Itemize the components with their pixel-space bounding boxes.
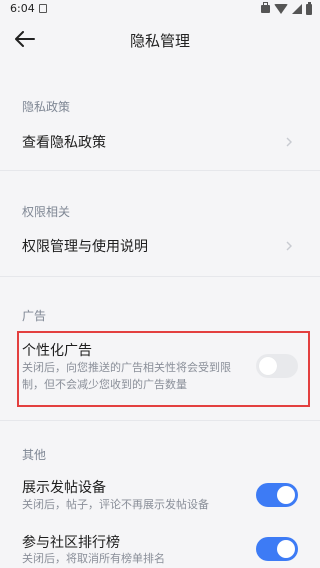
toggle-knob (277, 540, 295, 558)
community-ranking-toggle[interactable] (256, 537, 298, 561)
highlight-box (17, 331, 310, 407)
status-icons (261, 1, 312, 15)
show-device-label: 展示发帖设备 (22, 480, 106, 496)
show-device-toggle[interactable] (256, 483, 298, 507)
section-label-privacy: 隐私政策 (22, 100, 71, 114)
toggle-knob (277, 486, 295, 504)
wifi-icon (274, 4, 288, 14)
section-label-other: 其他 (22, 448, 47, 462)
divider (0, 170, 320, 171)
status-time: 6:04 (10, 2, 35, 15)
chevron-right-icon (286, 241, 292, 251)
chevron-right-icon (286, 137, 292, 147)
divider (0, 420, 320, 421)
privacy-policy-row[interactable]: 查看隐私政策 (0, 122, 320, 162)
divider (0, 276, 320, 277)
community-ranking-label: 参与社区排行榜 (22, 535, 120, 551)
section-label-ads: 广告 (22, 309, 47, 323)
page-title: 隐私管理 (129, 32, 190, 50)
community-ranking-desc: 关闭后，将取消所有榜单排名 (22, 552, 165, 565)
section-label-permissions: 权限相关 (22, 205, 71, 219)
permission-management-label: 权限管理与使用说明 (22, 239, 148, 255)
status-bar: 6:04 (0, 0, 320, 18)
permission-management-row[interactable]: 权限管理与使用说明 (0, 226, 320, 266)
app-bar: 隐私管理 (0, 18, 320, 60)
bag-icon (261, 2, 270, 13)
battery-icon (306, 1, 312, 15)
privacy-policy-label: 查看隐私政策 (22, 135, 106, 151)
show-device-desc: 关闭后，帖子，评论不再展示发帖设备 (22, 498, 209, 511)
download-icon (39, 4, 47, 13)
signal-icon (292, 4, 302, 14)
